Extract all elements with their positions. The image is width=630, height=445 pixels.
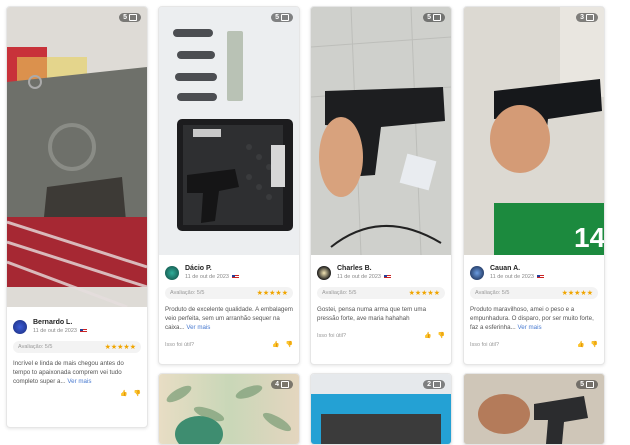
thumbs-up-icon[interactable]: 👍 bbox=[424, 332, 431, 339]
review-text: Produto maravilhoso, amei o peso e a emp… bbox=[470, 306, 594, 331]
pistol-hand-illustration: 14 bbox=[464, 7, 604, 255]
rating-bar: Avaliação: 5/5 ★★★★★ bbox=[470, 287, 598, 299]
photo-count-badge: 5 bbox=[271, 13, 293, 22]
star-rating: ★★★★★ bbox=[104, 344, 136, 351]
thumbs-up-icon[interactable]: 👍 bbox=[272, 341, 279, 348]
thumbs-down-icon[interactable]: 👎 bbox=[438, 332, 445, 339]
camera-icon bbox=[586, 381, 594, 388]
review-text: Gostei, pensa numa arma que tem uma pres… bbox=[317, 306, 427, 322]
pistol-hand-illustration bbox=[311, 7, 451, 255]
rating-label: Avaliação: 5/5 bbox=[18, 344, 53, 350]
camera-icon bbox=[281, 14, 289, 21]
us-flag-icon bbox=[383, 275, 391, 279]
photo-count-badge: 3 bbox=[576, 13, 598, 22]
us-flag-icon bbox=[536, 275, 544, 279]
helpful-question: Isso foi útil? bbox=[165, 341, 195, 348]
rating-label: Avaliação: 5/5 bbox=[322, 290, 357, 296]
camera-icon bbox=[129, 14, 137, 21]
reviewer-name: Charles B. bbox=[337, 265, 372, 272]
review-card[interactable]: 4 bbox=[158, 373, 300, 445]
pistol-case-illustration bbox=[159, 7, 299, 255]
avatar bbox=[470, 265, 484, 280]
photo-count-badge: 2 bbox=[423, 380, 445, 389]
camera-icon bbox=[586, 14, 594, 21]
review-card[interactable]: 14 3 Cauan A. 11 de out de 2023 Avaliaçã… bbox=[463, 6, 605, 365]
review-photo[interactable]: 4 bbox=[159, 374, 299, 444]
photo-count-badge: 4 bbox=[271, 380, 293, 389]
ver-mais-link[interactable]: Ver mais bbox=[67, 378, 91, 385]
review-photo[interactable]: 5 bbox=[159, 7, 299, 255]
reviewer-name: Cauan A. bbox=[490, 265, 521, 272]
review-card[interactable]: 5 Bernardo L. 11 de out de 2023 Avaliaçã… bbox=[6, 6, 148, 428]
photo-count-badge: 5 bbox=[119, 13, 141, 22]
helpful-question: Isso foi útil? bbox=[317, 332, 347, 339]
thumbs-up-icon[interactable]: 👍 bbox=[577, 341, 584, 348]
avatar bbox=[165, 265, 179, 280]
thumbs-up-icon[interactable]: 👍 bbox=[120, 390, 127, 397]
review-card[interactable]: 5 bbox=[463, 373, 605, 445]
review-photo[interactable]: 2 bbox=[311, 374, 451, 444]
us-flag-icon bbox=[79, 329, 87, 333]
review-photo[interactable]: 14 3 bbox=[464, 7, 604, 255]
rating-bar: Avaliação: 5/5 ★★★★★ bbox=[317, 287, 445, 299]
review-date: 11 de out de 2023 bbox=[33, 327, 87, 335]
review-date: 11 de out de 2023 bbox=[490, 273, 544, 281]
rating-label: Avaliação: 5/5 bbox=[170, 290, 205, 296]
helpful-question: Isso foi útil? bbox=[470, 341, 500, 348]
review-photo[interactable]: 5 bbox=[464, 374, 604, 444]
jersey-number: 14 bbox=[574, 222, 604, 253]
star-rating: ★★★★★ bbox=[561, 290, 593, 297]
reviewer-name: Bernardo L. bbox=[33, 319, 73, 326]
star-rating: ★★★★★ bbox=[408, 290, 440, 297]
review-date: 11 de out de 2023 bbox=[185, 273, 239, 281]
review-text: Produto de excelente qualidade. A embala… bbox=[165, 306, 293, 331]
thumbs-down-icon[interactable]: 👎 bbox=[591, 341, 598, 348]
review-photo[interactable]: 5 bbox=[311, 7, 451, 255]
bag-photo-illustration bbox=[7, 7, 147, 307]
rating-bar: Avaliação: 5/5 ★★★★★ bbox=[165, 287, 293, 299]
review-card[interactable]: 5 Charles B. 11 de out de 2023 Avaliação… bbox=[310, 6, 452, 365]
camera-icon bbox=[281, 381, 289, 388]
review-text: Incrível e linda de mais chegou antes do… bbox=[13, 360, 124, 385]
avatar bbox=[317, 265, 331, 280]
photo-count-badge: 5 bbox=[423, 13, 445, 22]
camera-icon bbox=[433, 14, 441, 21]
ver-mais-link[interactable]: Ver mais bbox=[517, 324, 541, 331]
camera-icon bbox=[433, 381, 441, 388]
review-card[interactable]: 5 Dácio P. 11 de out de 2023 Avaliação: … bbox=[158, 6, 300, 365]
star-rating: ★★★★★ bbox=[256, 290, 288, 297]
review-date: 11 de out de 2023 bbox=[337, 273, 391, 281]
thumbs-down-icon[interactable]: 👎 bbox=[134, 390, 141, 397]
review-photo[interactable]: 5 bbox=[7, 7, 147, 307]
reviewer-name: Dácio P. bbox=[185, 265, 212, 272]
rating-label: Avaliação: 5/5 bbox=[475, 290, 510, 296]
thumbs-down-icon[interactable]: 👎 bbox=[286, 341, 293, 348]
avatar bbox=[13, 319, 27, 334]
ver-mais-link[interactable]: Ver mais bbox=[186, 324, 210, 331]
rating-bar: Avaliação: 5/5 ★★★★★ bbox=[13, 341, 141, 353]
review-card[interactable]: 2 bbox=[310, 373, 452, 445]
photo-count-badge: 5 bbox=[576, 380, 598, 389]
us-flag-icon bbox=[231, 275, 239, 279]
